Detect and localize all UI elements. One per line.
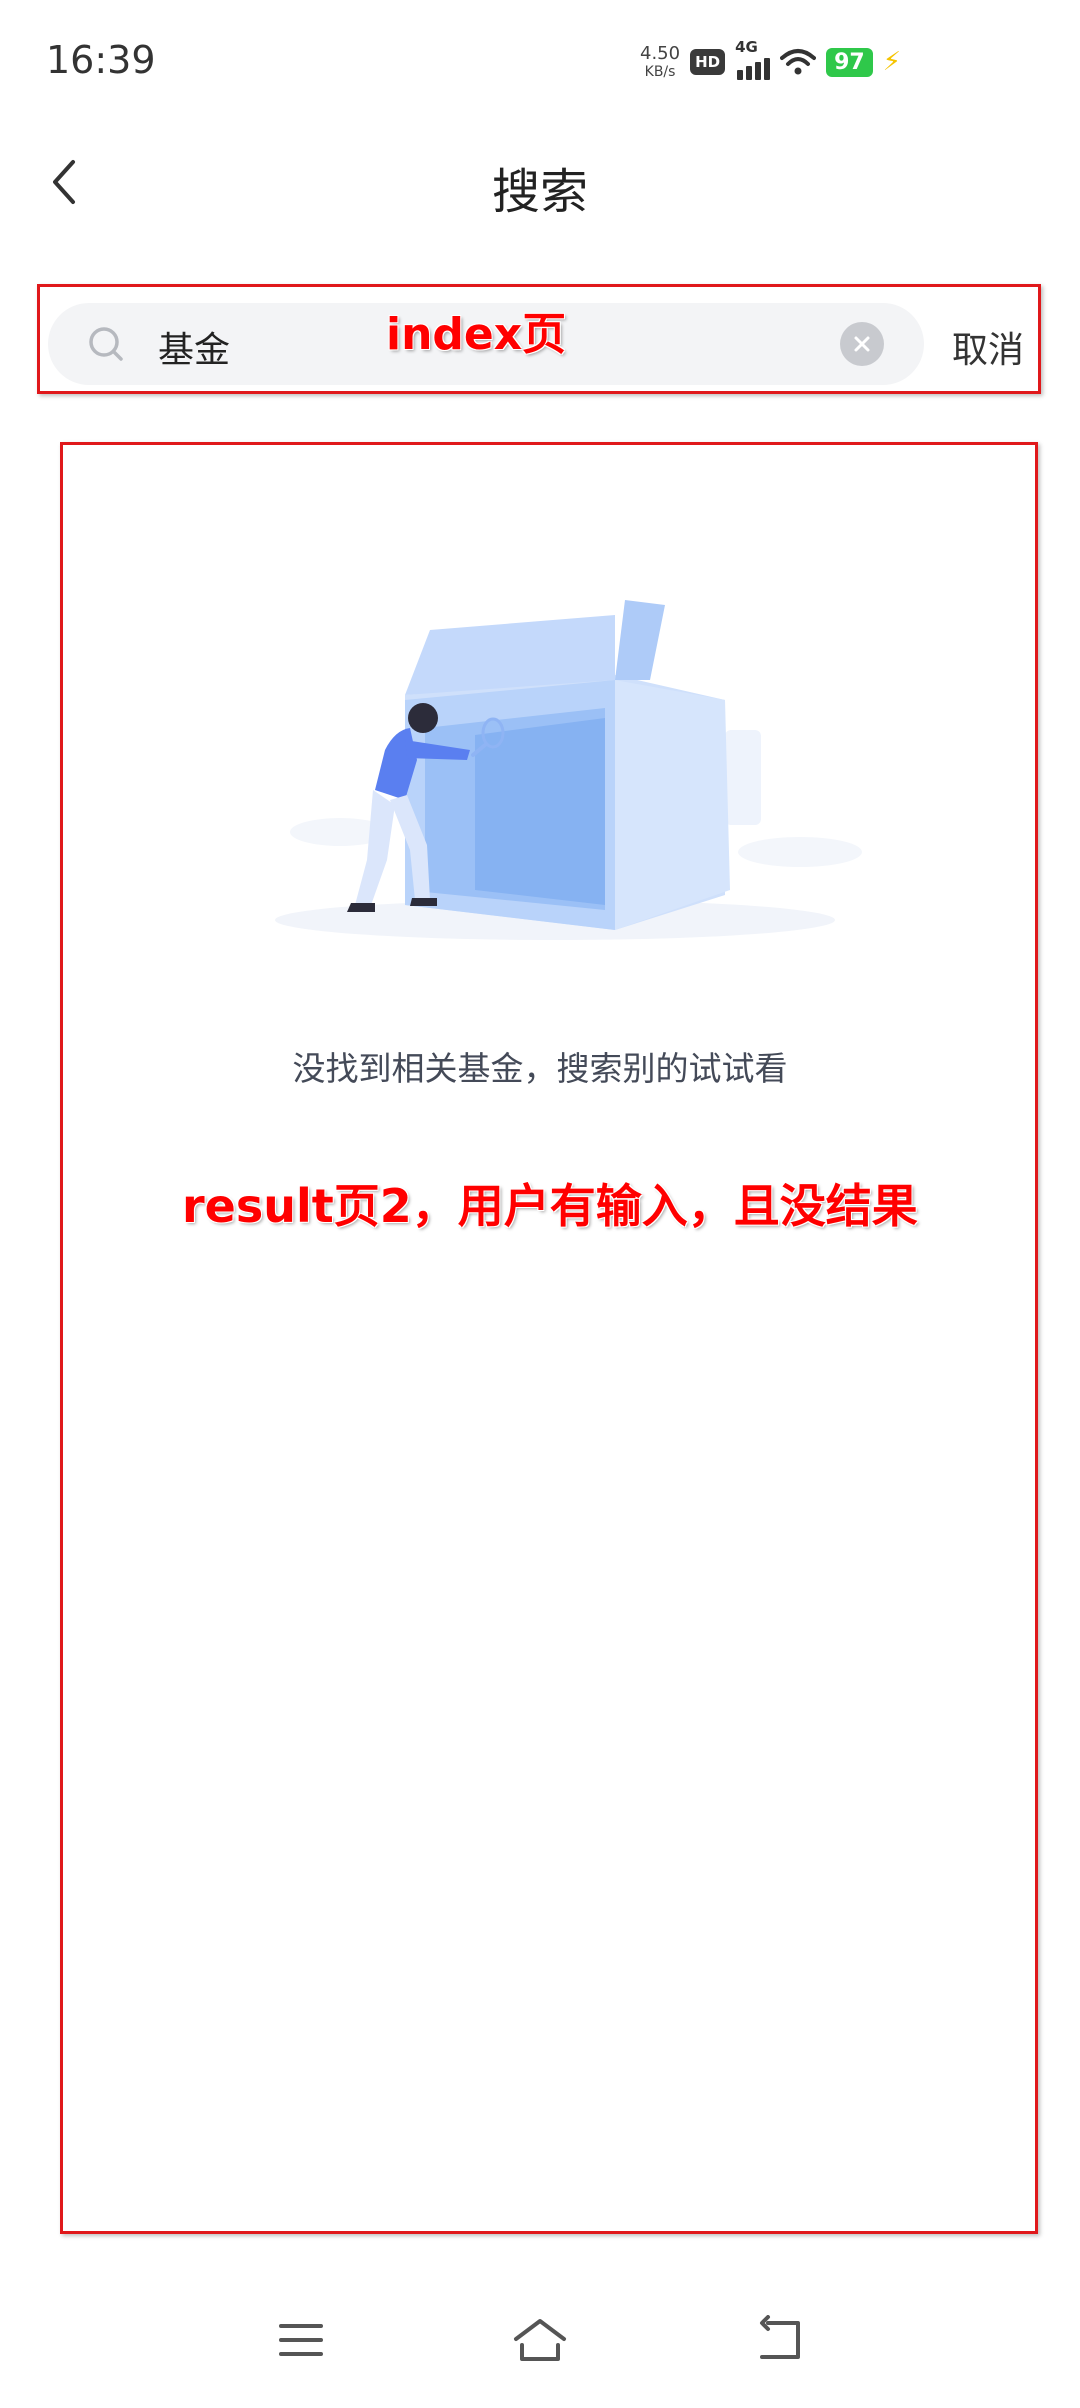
status-bar: 16:39 4.50 KB/s HD 4G 97 ⚡: [0, 0, 1080, 120]
battery-icon: 97: [826, 47, 873, 77]
network-type-label: 4G: [735, 38, 758, 56]
annotation-label-result: result页2，用户有输入，且没结果: [182, 1179, 918, 1233]
cell-signal-icon: 4G: [735, 38, 771, 80]
charging-icon: ⚡: [882, 47, 901, 77]
system-nav-bar: [0, 2290, 1080, 2390]
back-nav-button[interactable]: [746, 2310, 816, 2370]
wifi-icon: [780, 49, 817, 75]
network-speed-unit: KB/s: [644, 64, 676, 80]
home-button[interactable]: [505, 2310, 575, 2370]
home-icon: [514, 2319, 566, 2361]
network-speed-value: 4.50: [640, 43, 681, 64]
status-time: 16:39: [46, 38, 156, 82]
menu-button[interactable]: [266, 2310, 336, 2370]
empty-state-message: 没找到相关基金，搜索别的试试看: [292, 1049, 788, 1088]
page-header: 搜索: [0, 130, 1080, 240]
annotation-label-index: index页: [386, 309, 567, 360]
network-speed: 4.50 KB/s: [640, 43, 681, 80]
status-icons: 4.50 KB/s HD 4G 97 ⚡: [640, 38, 901, 84]
page-title: 搜索: [491, 164, 588, 220]
back-arrow-icon: [760, 2315, 800, 2359]
hd-icon: HD: [690, 49, 726, 75]
menu-icon: [279, 2324, 323, 2356]
empty-search-illustration: [275, 600, 862, 940]
